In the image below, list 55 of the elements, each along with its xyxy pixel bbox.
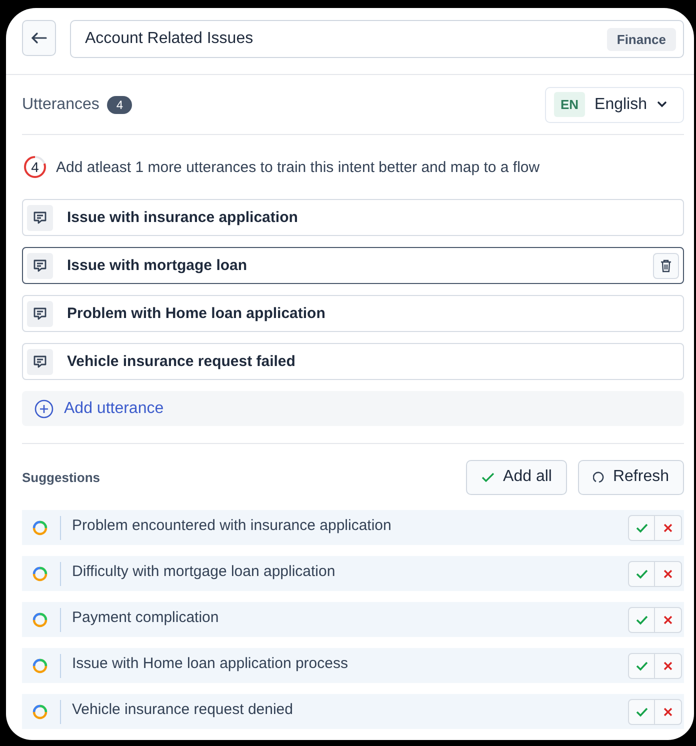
ai-ring-icon: [32, 704, 48, 720]
message-icon: [32, 306, 48, 322]
ai-ring-icon: [32, 566, 48, 582]
back-button[interactable]: [22, 20, 56, 56]
utterance-row[interactable]: Issue with mortgage loan: [22, 247, 684, 284]
ai-ring-icon: [32, 658, 48, 674]
trash-icon: [660, 258, 672, 272]
close-icon: [663, 522, 673, 532]
chevron-down-icon: [657, 101, 667, 108]
intent-title: Account Related Issues: [85, 30, 254, 48]
message-icon: [32, 258, 48, 274]
check-icon: [636, 614, 648, 624]
language-name: English: [594, 96, 647, 114]
refresh-icon: [592, 471, 605, 483]
intent-title-field[interactable]: Account Related Issues Finance: [70, 20, 684, 58]
check-icon: [636, 522, 648, 532]
close-icon: [663, 660, 673, 670]
suggestions-title: Suggestions: [22, 470, 100, 484]
delete-button[interactable]: [653, 252, 679, 278]
progress-ring: [22, 154, 48, 180]
section-title: Utterances: [22, 96, 100, 114]
utterance-text: Vehicle insurance request failed: [67, 353, 296, 370]
utterance-row[interactable]: Issue with insurance application: [22, 199, 684, 236]
progress-count: 4: [31, 160, 39, 174]
close-icon: [663, 706, 673, 716]
utterance-text: Issue with insurance application: [67, 209, 299, 226]
close-icon: [663, 568, 673, 578]
ai-ring-icon: [32, 520, 48, 536]
language-dropdown[interactable]: EN English: [545, 86, 684, 122]
language-code: EN: [554, 92, 585, 117]
message-icon: [32, 210, 48, 226]
suggestion-text: Vehicle insurance request denied: [72, 700, 294, 718]
suggestion-text: Problem encountered with insurance application: [72, 516, 392, 534]
category-tag: Finance: [606, 28, 676, 50]
utterance-text: Problem with Home loan application: [67, 305, 326, 322]
refresh-button[interactable]: Refresh: [578, 460, 684, 494]
ai-ring-icon: [32, 612, 48, 628]
close-icon: [663, 614, 673, 624]
utterance-row[interactable]: Problem with Home loan application: [22, 295, 684, 332]
add-utterance-button[interactable]: Add utterance: [22, 391, 684, 426]
plus-circle-icon: [34, 398, 54, 418]
message-icon: [32, 354, 48, 370]
utterance-text: Issue with mortgage loan: [67, 257, 248, 274]
suggestion-text: Issue with Home loan application process: [72, 654, 349, 672]
check-icon: [481, 472, 496, 482]
utterance-row[interactable]: Vehicle insurance request failed: [22, 343, 684, 380]
check-icon: [636, 706, 648, 716]
check-icon: [636, 568, 648, 578]
hint-text: Add atleast 1 more utterances to train this intent better and map to a flow: [56, 158, 540, 176]
suggestion-text: Payment complication: [72, 608, 220, 626]
back-arrow-icon: [31, 32, 47, 44]
check-icon: [636, 660, 648, 670]
count-badge: 4: [107, 96, 132, 114]
add-all-button[interactable]: Add all: [466, 460, 567, 494]
suggestion-text: Difficulty with mortgage loan application: [72, 562, 336, 580]
